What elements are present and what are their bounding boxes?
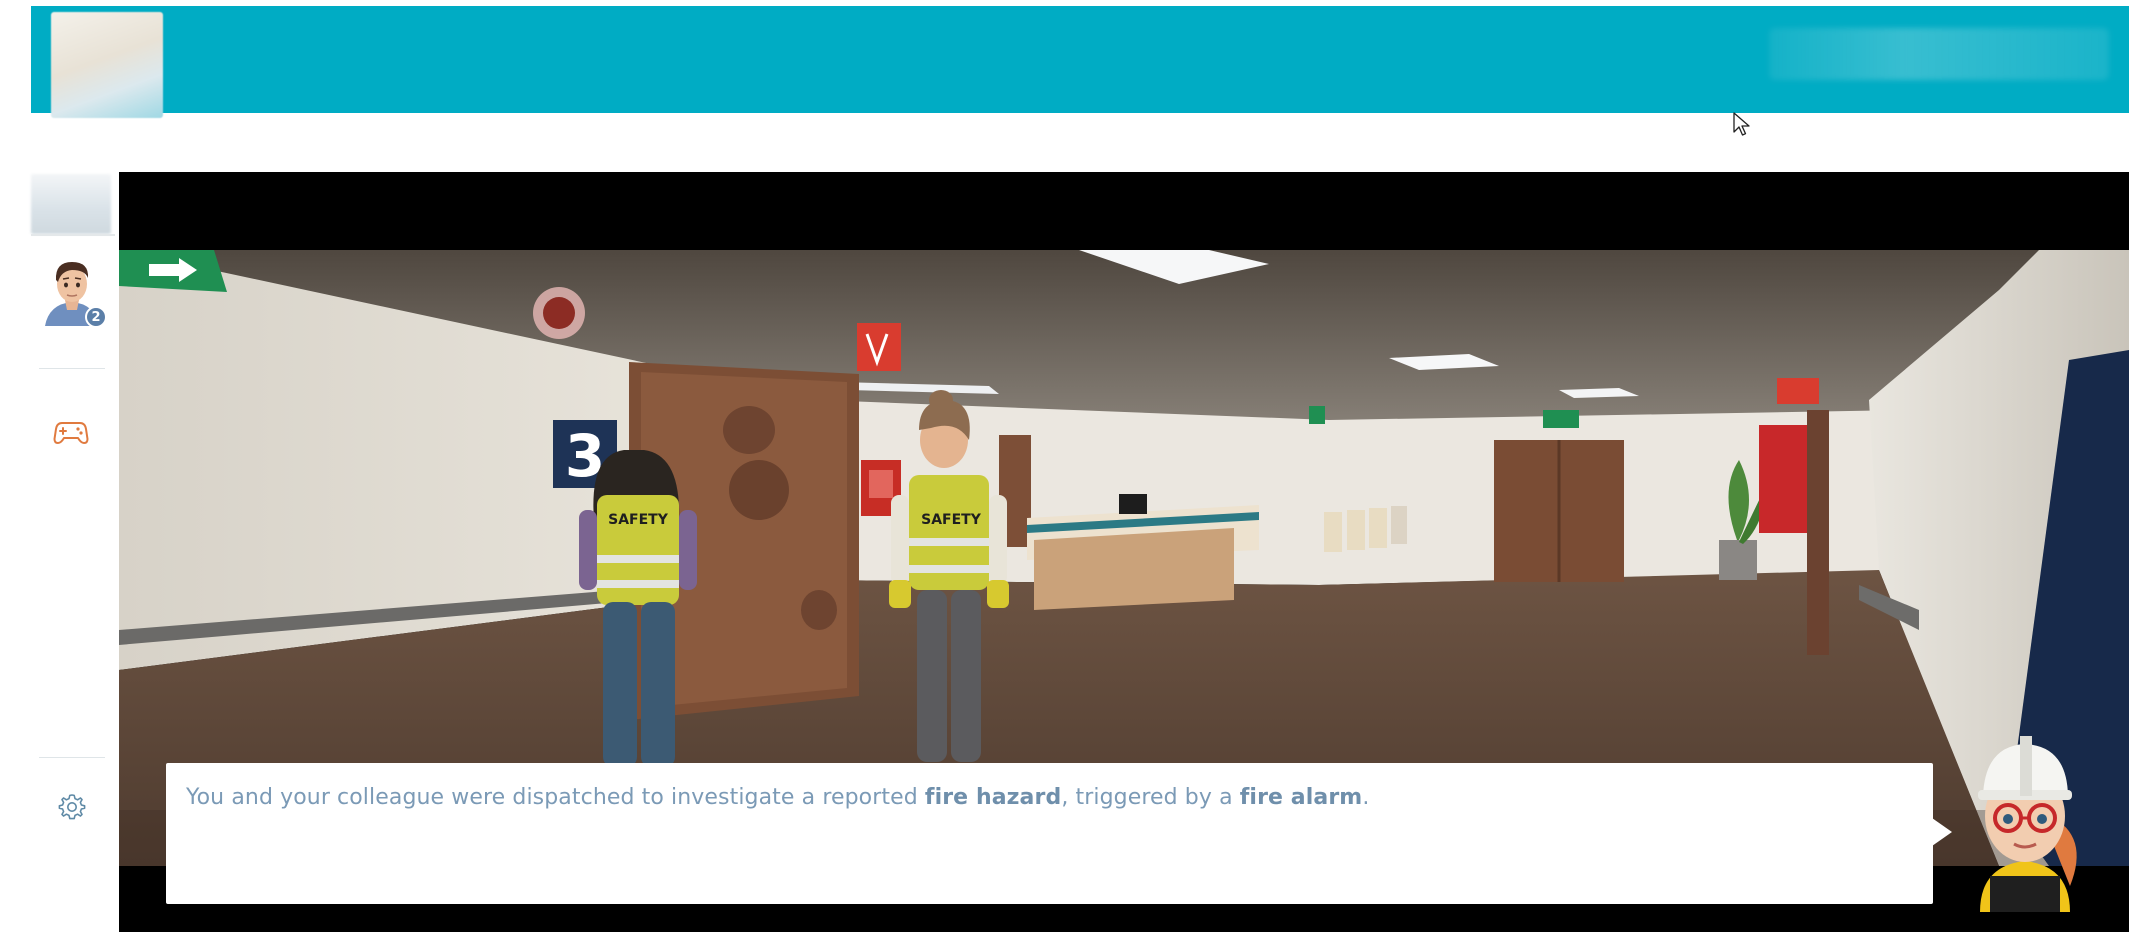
top-header-bar	[31, 6, 2129, 118]
sidebar-thumbnail[interactable]	[31, 174, 111, 234]
dialogue-text: You and your colleague were dispatched t…	[186, 785, 1369, 810]
dialogue-box[interactable]: You and your colleague were dispatched t…	[166, 763, 1933, 904]
divider	[39, 368, 105, 369]
gear-icon[interactable]	[57, 792, 87, 822]
gamepad-icon[interactable]	[53, 418, 89, 446]
notification-badge: 2	[85, 306, 107, 328]
dialogue-text-part: , triggered by a	[1061, 785, 1240, 810]
left-sidebar: 2	[31, 172, 119, 932]
dialogue-highlight-fire-hazard: fire hazard	[924, 785, 1062, 810]
vest-label-left: SAFETY	[608, 512, 669, 528]
app-logo[interactable]	[51, 12, 163, 118]
dialogue-highlight-fire-alarm: fire alarm	[1239, 785, 1363, 810]
vest-label-right: SAFETY	[921, 512, 982, 528]
mouse-cursor-icon	[1733, 112, 1750, 136]
dialogue-pointer	[1932, 818, 1952, 846]
divider	[39, 757, 105, 758]
dialogue-text-part: .	[1362, 785, 1370, 810]
narrator-character-icon	[1978, 736, 2077, 912]
dialogue-text-part: You and your colleague were dispatched t…	[186, 785, 925, 810]
divider	[31, 234, 115, 236]
account-area[interactable]	[1769, 28, 2109, 80]
